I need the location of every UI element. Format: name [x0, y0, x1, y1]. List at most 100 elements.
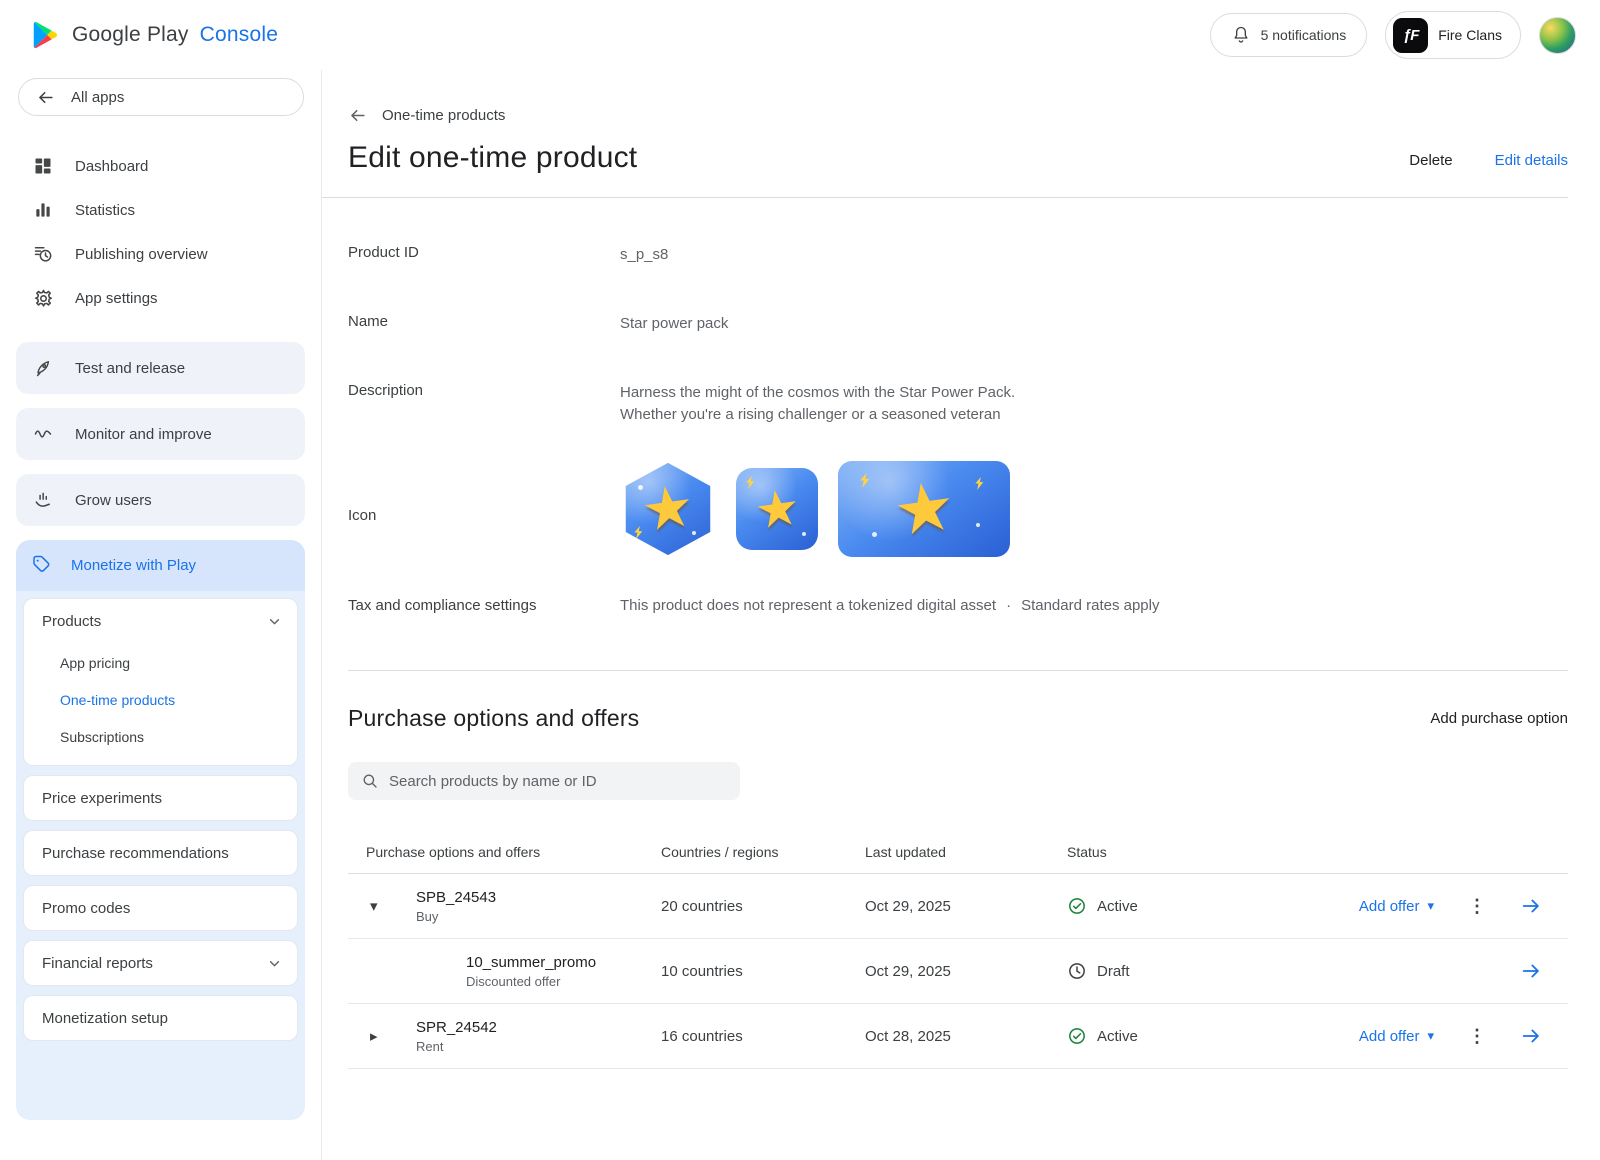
sidebar-item-monetization-setup[interactable]: Monetization setup [23, 995, 298, 1041]
price-tag-icon [31, 554, 51, 578]
sidebar-item-statistics[interactable]: Statistics [0, 188, 321, 232]
chevron-down-icon [266, 955, 283, 972]
column-header: Purchase options and offers [348, 844, 661, 860]
column-header: Countries / regions [661, 844, 865, 860]
star-glyph: ★ [638, 477, 698, 542]
open-row-arrow-button[interactable] [1520, 1025, 1542, 1047]
countries-cell: 16 countries [661, 1028, 865, 1045]
layout: All apps Dashboard Statistics [0, 70, 1600, 1160]
draft-clock-icon [1067, 961, 1087, 981]
kebab-menu-button[interactable]: ⋮ [1464, 1026, 1490, 1047]
status-label: Active [1097, 1028, 1138, 1045]
sidebar-item-grow-users[interactable]: Grow users [16, 474, 305, 526]
status-label: Draft [1097, 963, 1130, 980]
sidebar-item-monitor-and-improve[interactable]: Monitor and improve [16, 408, 305, 460]
monetize-section: Monetize with Play Products App pricing [16, 540, 305, 1120]
lightning-bolt-icon [975, 477, 984, 490]
back-arrow-icon [36, 88, 55, 107]
lightning-bolt-icon [746, 476, 755, 489]
sidebar-sections: Test and release Monitor and improve [0, 342, 321, 526]
search-icon [361, 772, 379, 790]
child-label: App pricing [60, 655, 130, 671]
statistics-icon [31, 200, 55, 220]
offer-id: 10_summer_promo [466, 955, 661, 970]
account-avatar[interactable] [1539, 17, 1576, 54]
search-input[interactable] [389, 773, 727, 790]
row-actions: Add offer ▾ ⋮ [1307, 895, 1568, 917]
expander-expand-button[interactable]: ▸ [348, 1027, 416, 1045]
sidebar-item-promo-codes[interactable]: Promo codes [23, 885, 298, 931]
countries-cell: 10 countries [661, 963, 865, 980]
option-type: Rent [416, 1040, 661, 1053]
card-label: Promo codes [42, 900, 130, 917]
expander-collapse-button[interactable]: ▾ [348, 897, 416, 915]
sparkle-dot [802, 532, 806, 536]
product-id-value: s_p_s8 [620, 244, 1568, 266]
sidebar-item-dashboard[interactable]: Dashboard [0, 144, 321, 188]
sidebar-item-subscriptions[interactable]: Subscriptions [24, 718, 297, 755]
notifications-button[interactable]: 5 notifications [1210, 13, 1368, 57]
arrow-right-icon [1520, 895, 1542, 917]
sidebar-item-one-time-products[interactable]: One-time products [24, 681, 297, 718]
offer-name: 10_summer_promo Discounted offer [416, 955, 661, 988]
sidebar-item-products[interactable]: Products [24, 599, 297, 644]
description-row: Description Harness the might of the cos… [348, 382, 1568, 426]
name-row: Name Star power pack [348, 313, 1568, 335]
status-label: Active [1097, 898, 1138, 915]
all-apps-label: All apps [71, 89, 124, 106]
offer-type: Discounted offer [466, 975, 661, 988]
countries-cell: 20 countries [661, 898, 865, 915]
kebab-menu-button[interactable]: ⋮ [1464, 896, 1490, 917]
add-offer-button[interactable]: Add offer ▾ [1359, 1028, 1434, 1045]
product-icon-hexagon: ★ [620, 461, 716, 557]
topbar-right: 5 notifications ƒF Fire Clans [1210, 11, 1576, 59]
arrow-right-icon [1520, 960, 1542, 982]
card-label: Purchase recommendations [42, 845, 229, 862]
app-icon: ƒF [1393, 18, 1428, 53]
active-check-icon [1067, 896, 1087, 916]
child-label: Subscriptions [60, 729, 144, 745]
google-play-logo-icon [30, 20, 60, 50]
field-label: Description [348, 382, 620, 399]
app-switcher-chip[interactable]: ƒF Fire Clans [1385, 11, 1521, 59]
last-updated-cell: Oct 29, 2025 [865, 963, 1067, 980]
breadcrumb-label[interactable]: One-time products [382, 107, 505, 124]
edit-details-button[interactable]: Edit details [1495, 152, 1568, 169]
sidebar-item-label: Monitor and improve [75, 426, 212, 443]
sidebar-item-purchase-recommendations[interactable]: Purchase recommendations [23, 830, 298, 876]
all-apps-button[interactable]: All apps [18, 78, 304, 116]
open-row-arrow-button[interactable] [1520, 960, 1542, 982]
tax-primary: This product does not represent a tokeni… [620, 597, 996, 614]
sidebar-item-app-settings[interactable]: App settings [0, 276, 321, 320]
rocket-icon [31, 358, 55, 378]
sidebar-item-financial-reports[interactable]: Financial reports [23, 940, 298, 986]
table-header-row: Purchase options and offers Countries / … [348, 830, 1568, 874]
sidebar-item-app-pricing[interactable]: App pricing [24, 644, 297, 681]
row-actions [1307, 960, 1568, 982]
star-glyph: ★ [751, 481, 802, 537]
field-label: Product ID [348, 244, 620, 261]
child-label: One-time products [60, 692, 175, 708]
sidebar-item-label: Publishing overview [75, 246, 208, 263]
lightning-bolt-icon [634, 526, 643, 539]
back-arrow-icon[interactable] [348, 106, 367, 125]
add-offer-button[interactable]: Add offer ▾ [1359, 898, 1434, 915]
table-row: ▸ SPR_24542 Rent 16 countries Oct 28, 20… [348, 1004, 1568, 1069]
purchase-section-title: Purchase options and offers [348, 705, 639, 732]
open-row-arrow-button[interactable] [1520, 895, 1542, 917]
add-purchase-option-button[interactable]: Add purchase option [1430, 710, 1568, 727]
play-console-app: Google Play Console 5 notifications ƒF F… [0, 0, 1600, 1160]
column-header: Last updated [865, 844, 1067, 860]
breadcrumb: One-time products [348, 106, 1568, 125]
sidebar-item-price-experiments[interactable]: Price experiments [23, 775, 298, 821]
pulse-wave-icon [31, 424, 55, 444]
tax-value: This product does not represent a tokeni… [620, 597, 1568, 614]
sidebar-item-publishing-overview[interactable]: Publishing overview [0, 232, 321, 276]
active-check-icon [1067, 1026, 1087, 1046]
page-actions: Delete Edit details [1409, 152, 1568, 175]
sidebar-item-monetize-with-play[interactable]: Monetize with Play [16, 540, 305, 591]
sidebar-item-test-and-release[interactable]: Test and release [16, 342, 305, 394]
delete-button[interactable]: Delete [1409, 152, 1452, 169]
product-icon-square: ★ [736, 468, 818, 550]
dashboard-icon [31, 156, 55, 176]
